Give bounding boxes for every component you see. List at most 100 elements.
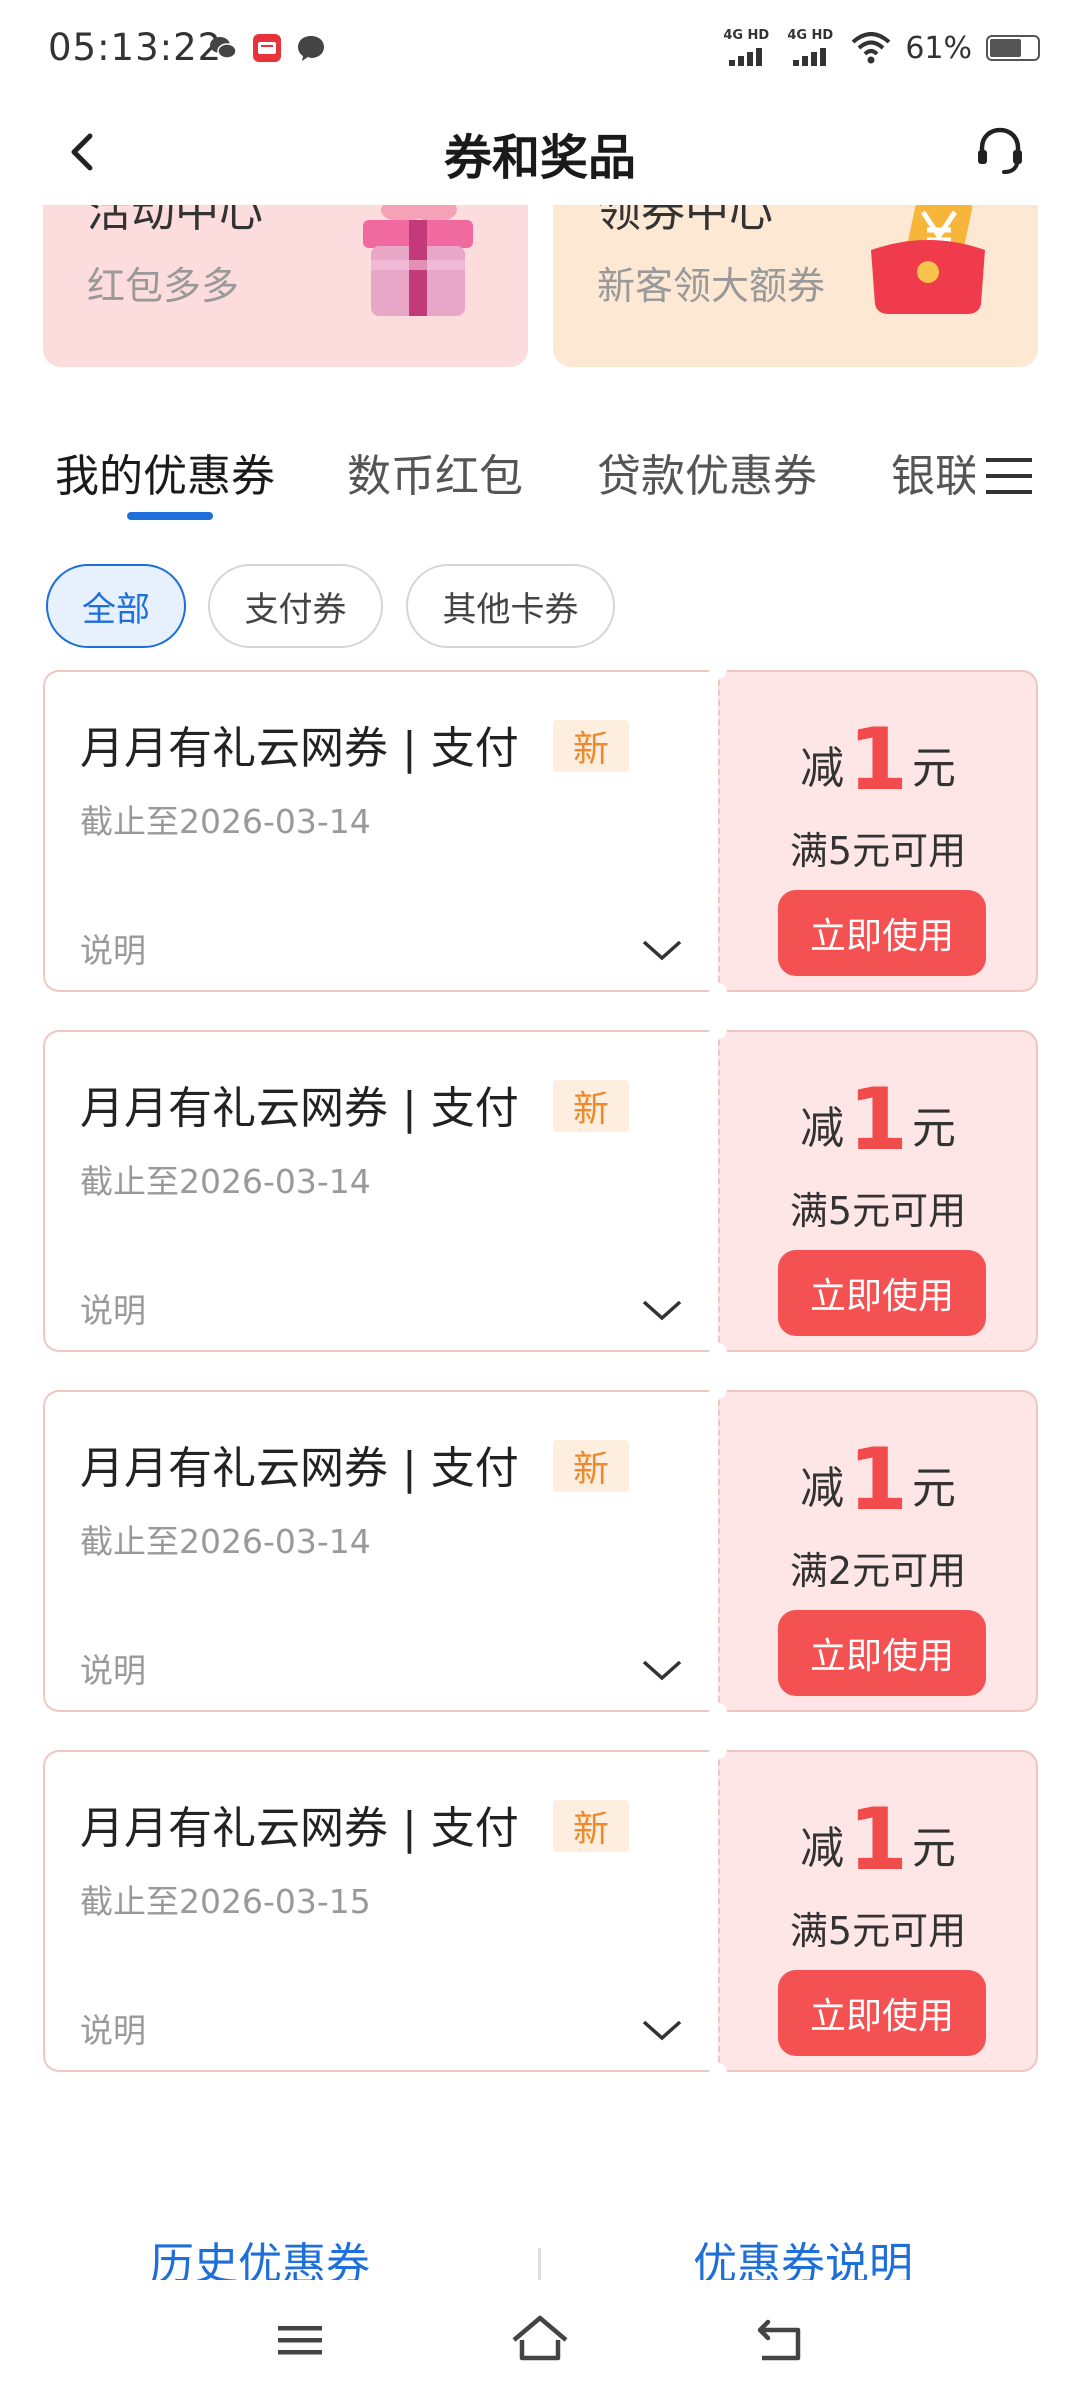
coupon-info: 月月有礼云网券 | 支付 新 截止至2026-03-14 说明 [43, 670, 718, 992]
card-notch [709, 1381, 727, 1399]
coupon-info: 月月有礼云网券 | 支付 新 截止至2026-03-14 说明 [43, 1390, 718, 1712]
network-label: 4G HD [723, 28, 770, 43]
card-notch [709, 1021, 727, 1039]
promo-subtitle: 红包多多 [87, 264, 240, 308]
battery-fill [990, 39, 1021, 57]
tab-digital-red-packet[interactable]: 数币红包 [347, 440, 523, 504]
new-badge: 新 [553, 1080, 629, 1132]
battery-icon [986, 35, 1040, 61]
signal-icon-1: 4G HD [723, 28, 773, 68]
promo-title: 活动中心 [87, 205, 263, 237]
amount-value: 1 [848, 1790, 908, 1890]
status-bar: 05:13:22 4G HD 4G HD 61% [0, 0, 1080, 100]
card-notch [709, 1343, 727, 1361]
coupon-condition: 满5元可用 [789, 1189, 967, 1233]
gift-box-icon [363, 205, 473, 316]
coupon-title: 月月有礼云网券 | 支付 [80, 1443, 519, 1494]
filter-chips: 全部 支付券 其他卡券 [0, 560, 1080, 650]
coupon-condition: 满5元可用 [789, 1909, 967, 1953]
amount-value: 1 [848, 1070, 908, 1170]
use-now-button[interactable]: 立即使用 [778, 1970, 986, 2056]
coupon-info: 月月有礼云网券 | 支付 新 截止至2026-03-15 说明 [43, 1750, 718, 2072]
chevron-down-icon[interactable] [640, 1294, 684, 1324]
new-badge: 新 [553, 1440, 629, 1492]
message-icon [298, 36, 324, 61]
coupon-expiry: 截止至2026-03-14 [80, 1162, 371, 1201]
status-right: 4G HD 4G HD 61% [723, 28, 1040, 68]
battery-percent: 61% [905, 30, 972, 66]
coupon-explain-link[interactable]: 优惠券说明 [693, 2228, 913, 2280]
wechat-icon [210, 37, 237, 59]
coupon-amount: 减1元 [720, 710, 1036, 810]
new-badge: 新 [553, 720, 629, 772]
coupon-amount: 减1元 [720, 1790, 1036, 1890]
coupon-expiry: 截止至2026-03-14 [80, 1522, 371, 1561]
chevron-down-icon[interactable] [640, 2014, 684, 2044]
coupon-expiry: 截止至2026-03-15 [80, 1882, 371, 1921]
coupon-title: 月月有礼云网券 | 支付 [80, 1083, 519, 1134]
amount-prefix: 减 [800, 1823, 845, 1874]
amount-prefix: 减 [800, 1103, 845, 1154]
chevron-down-icon[interactable] [640, 934, 684, 964]
coupon-description-label[interactable]: 说明 [80, 924, 146, 972]
amount-unit: 元 [911, 1823, 956, 1874]
promo-title: 领券中心 [597, 205, 773, 237]
coupon-value-panel: 减1元 满5元可用 立即使用 [718, 670, 1038, 992]
back-nav-icon[interactable] [752, 2310, 812, 2370]
bottom-links: 历史优惠券 优惠券说明 [0, 2220, 1080, 2280]
notification-icons [208, 33, 326, 63]
home-icon[interactable] [510, 2310, 570, 2370]
card-notch [709, 661, 727, 679]
signal-icon-2: 4G HD [787, 28, 837, 68]
coupon-title: 月月有礼云网券 | 支付 [80, 1803, 519, 1854]
amount-value: 1 [848, 1430, 908, 1530]
tab-loan-coupons[interactable]: 贷款优惠券 [597, 440, 817, 504]
wifi-icon [851, 32, 891, 64]
customer-service-icon[interactable] [970, 120, 1030, 180]
tab-unionpay[interactable]: 银联 [891, 440, 975, 504]
coupon-expiry: 截止至2026-03-14 [80, 802, 371, 841]
amount-prefix: 减 [800, 1463, 845, 1514]
card-notch [709, 2063, 727, 2081]
coupon-condition: 满5元可用 [789, 829, 967, 873]
coupon-description-label[interactable]: 说明 [80, 1284, 146, 1332]
coupon-description-label[interactable]: 说明 [80, 1644, 146, 1692]
use-now-button[interactable]: 立即使用 [778, 1250, 986, 1336]
promo-subtitle: 新客领大额券 [597, 264, 826, 308]
amount-prefix: 减 [800, 743, 845, 794]
coupon-value-panel: 减1元 满5元可用 立即使用 [718, 1030, 1038, 1352]
new-badge: 新 [553, 1800, 629, 1852]
tab-my-coupons[interactable]: 我的优惠券 [55, 440, 275, 504]
amount-unit: 元 [911, 1103, 956, 1154]
recent-apps-icon[interactable] [270, 2310, 330, 2370]
history-coupons-link[interactable]: 历史优惠券 [150, 2228, 370, 2280]
promo-card-activity[interactable]: 活动中心 红包多多 [43, 205, 528, 367]
use-now-button[interactable]: 立即使用 [778, 890, 986, 976]
red-envelope-icon [871, 205, 985, 314]
tab-active-indicator [127, 512, 213, 520]
amount-unit: 元 [911, 743, 956, 794]
coupon-condition: 满2元可用 [789, 1549, 967, 1593]
chevron-down-icon[interactable] [640, 1654, 684, 1684]
promo-card-coupon-center[interactable]: 领券中心 新客领大额券 [553, 205, 1038, 367]
card-notch [709, 1703, 727, 1721]
system-nav-bar [0, 2280, 1080, 2400]
filter-all[interactable]: 全部 [46, 564, 186, 648]
coupon-description-label[interactable]: 说明 [80, 2004, 146, 2052]
coupon-card: 月月有礼云网券 | 支付 新 截止至2026-03-14 说明 减1元 满5元可… [43, 1021, 1038, 1361]
app-screen: 05:13:22 4G HD 4G HD 61% 券和奖品 活动中心 红包多多 … [0, 0, 1080, 2400]
filter-other-coupons[interactable]: 其他卡券 [406, 564, 615, 648]
coupon-info: 月月有礼云网券 | 支付 新 截止至2026-03-14 说明 [43, 1030, 718, 1352]
filter-payment-coupons[interactable]: 支付券 [208, 564, 383, 648]
menu-icon[interactable] [980, 446, 1038, 506]
coupon-tabs: 我的优惠券 数币红包 贷款优惠券 银联 [0, 430, 1080, 530]
coupon-title: 月月有礼云网券 | 支付 [80, 723, 519, 774]
card-notch [709, 983, 727, 1001]
coupon-value-panel: 减1元 满2元可用 立即使用 [718, 1390, 1038, 1712]
use-now-button[interactable]: 立即使用 [778, 1610, 986, 1696]
divider [538, 2248, 541, 2280]
page-title: 券和奖品 [443, 130, 636, 186]
coupon-card: 月月有礼云网券 | 支付 新 截止至2026-03-15 说明 减1元 满5元可… [43, 1741, 1038, 2081]
coupon-card: 月月有礼云网券 | 支付 新 截止至2026-03-14 说明 减1元 满2元可… [43, 1381, 1038, 1721]
coupon-amount: 减1元 [720, 1070, 1036, 1170]
